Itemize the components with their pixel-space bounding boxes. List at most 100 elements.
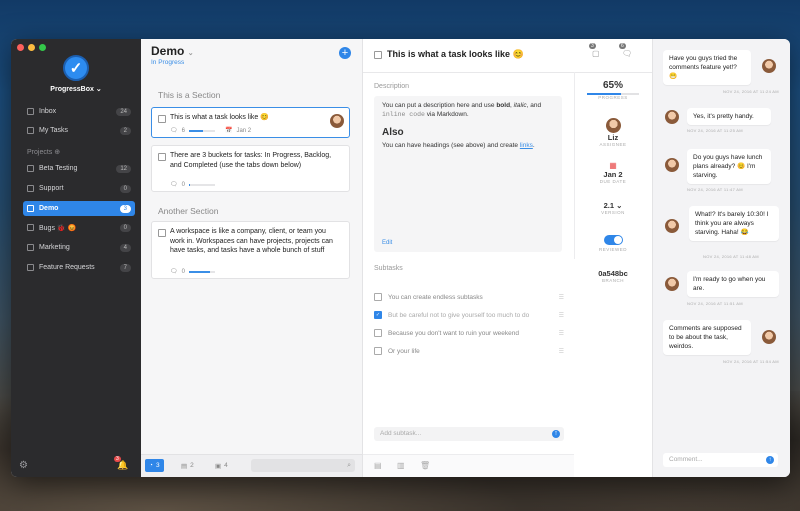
maximize-window-button[interactable] [39, 44, 46, 51]
drag-handle-icon[interactable]: ☰ [559, 348, 564, 355]
drag-handle-icon[interactable]: ☰ [559, 330, 564, 337]
comments-count: 6 [619, 43, 626, 49]
tab-count: 3 [155, 462, 160, 469]
progress-meta[interactable]: 65% PROGRESS [574, 80, 652, 100]
progress-caption: PROGRESS [598, 95, 628, 100]
comment-count: 0 [181, 268, 185, 275]
commenter-avatar [762, 330, 776, 344]
task-list-panel: Demo ⌄ In Progress + This is a Section T… [141, 39, 363, 477]
comment-timestamp: NOV 24, 2016 AT 11:24 AM [723, 89, 779, 94]
add-subtask-input[interactable]: Add subtask... ↑ [374, 427, 564, 441]
trash-icon[interactable]: 🗑 [420, 461, 430, 470]
task-complete-checkbox[interactable] [374, 51, 382, 59]
description-body[interactable]: You can put a description here and use b… [374, 96, 562, 252]
sidebar-item-inbox[interactable]: Inbox 24 [23, 104, 135, 119]
reviewed-toggle[interactable] [603, 235, 623, 245]
close-window-button[interactable] [17, 44, 24, 51]
due-date-meta[interactable]: ▦ Jan 2 DUE DATE [574, 161, 652, 184]
add-subtask-placeholder: Add subtask... [380, 430, 422, 437]
chevron-down-icon: ⌄ [187, 50, 194, 57]
section-header: Another Section [158, 206, 219, 216]
assignee-avatar [330, 114, 344, 128]
subtask-row[interactable]: Because you don't want to ruin your week… [374, 327, 564, 339]
count-badge: 2 [119, 126, 131, 135]
comment-input[interactable]: Comment... [663, 453, 778, 467]
comment-bubble: Yes, it's pretty handy. [687, 108, 771, 125]
subtask-row[interactable]: ✓ But be careful not to give yourself to… [374, 309, 564, 321]
projects-header[interactable]: Projects ⊕ [27, 148, 60, 156]
task-checkbox[interactable] [158, 229, 166, 237]
subtask-checkbox[interactable] [374, 293, 382, 301]
notifications-bell-icon[interactable]: 🔔 3 [114, 456, 128, 471]
minimize-window-button[interactable] [28, 44, 35, 51]
description-heading: Also [382, 127, 404, 138]
settings-gear-icon[interactable]: ⚙ [19, 460, 28, 471]
subtask-checkbox[interactable] [374, 329, 382, 337]
detail-toolbar: ▤ ▥ 🗑 [363, 454, 574, 477]
comment-bubble: What!? It's barely 10:30! I think you ar… [689, 206, 779, 241]
task-progress-fill [188, 129, 204, 132]
task-progress-bar [188, 183, 215, 186]
task-progress-bar [188, 129, 215, 132]
tab-count: 4 [224, 462, 228, 469]
workspace-name[interactable]: ProgressBox ⌄ [11, 85, 141, 93]
comment-icon: 🗨 [170, 182, 178, 188]
task-checkbox[interactable] [158, 153, 166, 161]
subtask-checkbox-checked[interactable]: ✓ [374, 311, 382, 319]
tab-backlog[interactable]: ▤ 2 [177, 459, 198, 472]
comment-count: 6 [181, 127, 185, 134]
drag-handle-icon[interactable]: ☰ [559, 312, 564, 319]
tab-in-progress[interactable]: ◔ 3 [145, 459, 164, 472]
due-date-caption: DUE DATE [599, 179, 627, 184]
project-status[interactable]: In Progress [151, 59, 184, 66]
branch-meta[interactable]: 0a548bc BRANCH [574, 269, 652, 283]
comment-timestamp: NOV 24, 2016 AT 11:48 AM [703, 254, 759, 259]
task-detail-title[interactable]: This is what a task looks like 😊 [387, 49, 524, 60]
subtask-row[interactable]: Or your life ☰ [374, 345, 564, 357]
add-task-button[interactable]: + [339, 47, 351, 59]
desc-link[interactable]: links [520, 142, 533, 149]
attachments-count: 3 [589, 43, 596, 49]
version-meta[interactable]: 2.1 ⌄ VERSION [574, 201, 652, 215]
sidebar-item-support[interactable]: Support 0 [23, 181, 135, 196]
count-badge: 7 [119, 263, 131, 272]
sidebar-item-bugs[interactable]: Bugs 🐞 😡 0 [23, 220, 135, 235]
count-badge: 0 [119, 223, 131, 232]
attachments-icon[interactable]: ▢ 3 [589, 43, 600, 58]
sidebar-item-my-tasks[interactable]: My Tasks 2 [23, 123, 135, 138]
send-comment-button[interactable]: ↑ [766, 456, 774, 464]
task-checkbox[interactable] [158, 115, 166, 123]
inbox-icon [27, 108, 34, 115]
task-progress-fill [188, 270, 210, 273]
task-card[interactable]: A workspace is like a company, client, o… [151, 221, 350, 279]
subtask-row[interactable]: You can create endless subtasks ☰ [374, 291, 564, 303]
project-icon [27, 264, 34, 271]
assignee-meta[interactable]: Liz ASSIGNEE [574, 118, 652, 147]
task-card[interactable]: There are 3 buckets for tasks: In Progre… [151, 145, 350, 192]
add-subtask-button[interactable]: ↑ [552, 430, 560, 438]
drag-handle-icon[interactable]: ☰ [559, 294, 564, 301]
archive-icon[interactable]: ▤ [374, 461, 382, 470]
section-header: This is a Section [158, 90, 221, 100]
task-search-input[interactable]: ⌕ [251, 459, 355, 472]
commenter-avatar [665, 158, 679, 172]
edit-description-button[interactable]: Edit [382, 239, 392, 248]
duplicate-icon[interactable]: ▥ [397, 461, 405, 470]
tab-completed[interactable]: ▣ 4 [211, 459, 232, 472]
task-card[interactable]: This is what a task looks like 😊 🗨 6 📅 J… [151, 107, 350, 138]
sidebar-item-demo[interactable]: Demo 3 [23, 201, 135, 216]
app-window: ✓ ProgressBox ⌄ Inbox 24 My Tasks 2 Proj… [11, 39, 790, 477]
commenter-avatar [665, 277, 679, 291]
sidebar-item-marketing[interactable]: Marketing 4 [23, 240, 135, 255]
backlog-icon: ▤ [181, 462, 188, 470]
sidebar: ✓ ProgressBox ⌄ Inbox 24 My Tasks 2 Proj… [11, 39, 141, 477]
project-title[interactable]: Demo ⌄ [151, 44, 194, 58]
subtask-checkbox[interactable] [374, 347, 382, 355]
comments-toggle-icon[interactable]: 🗨 6 [619, 43, 632, 58]
desc-code: inline code [382, 111, 425, 118]
sidebar-item-beta-testing[interactable]: Beta Testing 12 [23, 161, 135, 176]
sidebar-item-feature-requests[interactable]: Feature Requests 7 [23, 260, 135, 275]
detail-progress-bar [587, 93, 639, 95]
workspace-logo-icon[interactable]: ✓ [63, 55, 89, 81]
comment-count: 0 [181, 181, 185, 188]
